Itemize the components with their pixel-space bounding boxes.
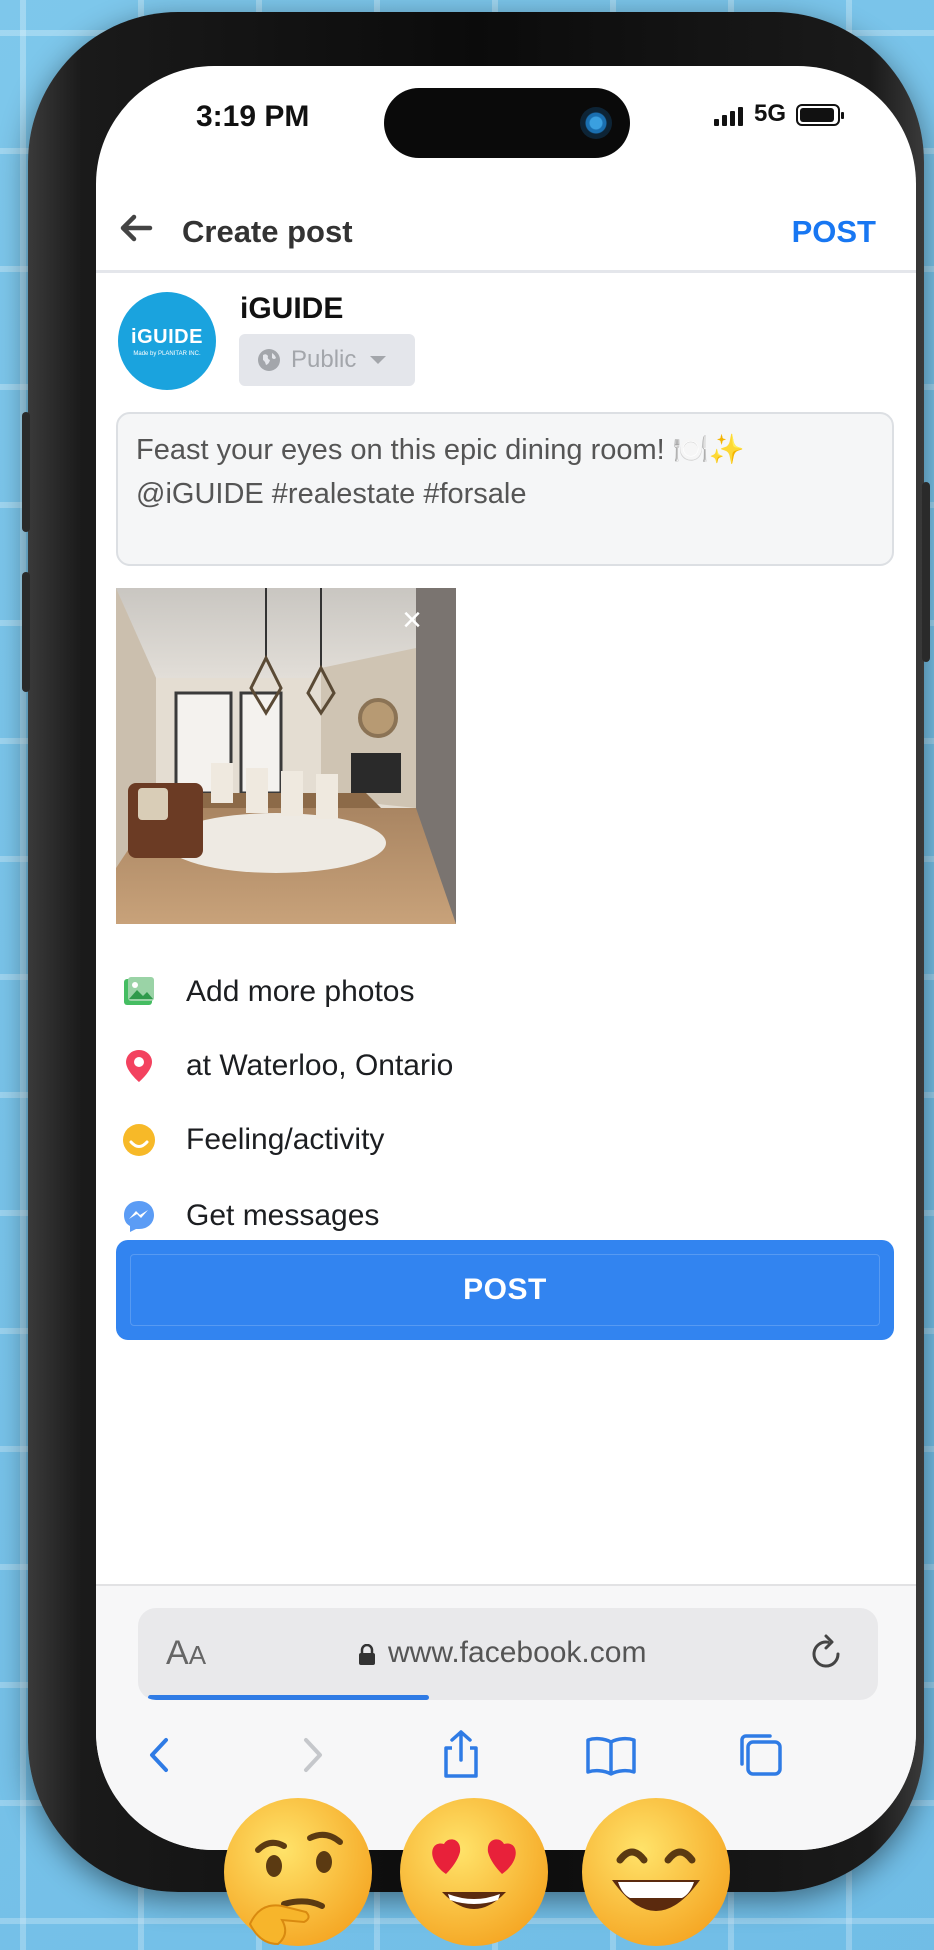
back-arrow-icon[interactable]	[116, 208, 156, 248]
chevron-down-icon	[370, 356, 387, 364]
camera-icon	[580, 107, 612, 139]
thinking-emoji-icon	[224, 1798, 372, 1946]
reload-icon[interactable]	[802, 1630, 850, 1678]
back-icon[interactable]	[132, 1726, 190, 1784]
volume-up-button	[22, 412, 30, 532]
text-size-label-small: A	[188, 1640, 207, 1670]
avatar-subtext: Made by PLANITAR INC.	[133, 350, 201, 357]
phone-screen: 3:19 PM 5G Create post POST iGUIDE Made …	[96, 66, 916, 1850]
header-post-button[interactable]: POST	[792, 214, 876, 250]
avatar-logo: iGUIDE	[131, 325, 203, 348]
location-pin-icon	[126, 1050, 152, 1082]
share-icon[interactable]	[432, 1726, 490, 1784]
bookmarks-icon[interactable]	[582, 1726, 640, 1784]
privacy-selector[interactable]: Public	[239, 334, 415, 386]
attached-photo[interactable]: ×	[116, 588, 456, 924]
remove-photo-button[interactable]: ×	[392, 600, 432, 640]
option-feeling[interactable]: Feeling/activity	[116, 1112, 384, 1168]
page-title: Create post	[182, 214, 353, 249]
post-button-label: POST	[463, 1273, 547, 1306]
tabs-icon[interactable]	[732, 1726, 790, 1784]
create-post-header: Create post POST	[96, 196, 916, 273]
grinning-emoji-icon	[582, 1798, 730, 1946]
option-add-photos[interactable]: Add more photos	[116, 964, 414, 1020]
option-label: Feeling/activity	[186, 1123, 385, 1156]
option-label: Add more photos	[186, 975, 415, 1008]
globe-icon	[258, 349, 280, 371]
option-label: Get messages	[186, 1199, 380, 1232]
volume-down-button	[22, 572, 30, 692]
page-load-progress	[148, 1695, 430, 1700]
signal-icon	[714, 106, 743, 126]
url-text: www.facebook.com	[388, 1636, 647, 1669]
post-button[interactable]: POST	[116, 1240, 894, 1340]
status-time: 3:19 PM	[196, 100, 310, 133]
post-text-line-1: Feast your eyes on this epic dining room…	[136, 434, 745, 466]
page-name: iGUIDE	[240, 292, 344, 325]
dynamic-island	[384, 88, 630, 158]
browser-toolbar	[96, 1716, 916, 1796]
text-size-button[interactable]: AA	[166, 1634, 206, 1673]
option-messages[interactable]: Get messages	[116, 1188, 379, 1244]
lock-icon	[359, 1644, 375, 1665]
option-location[interactable]: at Waterloo, Ontario	[116, 1038, 453, 1094]
post-text-line-2: @iGUIDE #realestate #forsale	[136, 478, 527, 510]
battery-icon	[796, 104, 844, 126]
avatar: iGUIDE Made by PLANITAR INC.	[118, 292, 216, 390]
power-button	[922, 482, 930, 662]
messenger-icon	[124, 1201, 154, 1232]
post-text-field[interactable]: Feast your eyes on this epic dining room…	[116, 412, 894, 566]
privacy-label: Public	[291, 346, 357, 373]
phone-frame: 3:19 PM 5G Create post POST iGUIDE Made …	[22, 12, 930, 1892]
text-size-label-large: A	[166, 1634, 189, 1672]
status-bar: 3:19 PM 5G	[96, 66, 916, 196]
network-type: 5G	[754, 100, 787, 127]
photo-icon	[124, 977, 154, 1005]
forward-icon[interactable]	[282, 1726, 340, 1784]
smiley-icon	[123, 1124, 155, 1156]
heart-eyes-emoji-icon	[400, 1798, 548, 1946]
option-label: at Waterloo, Ontario	[186, 1049, 454, 1082]
address-bar[interactable]: AA www.facebook.com	[138, 1608, 878, 1700]
